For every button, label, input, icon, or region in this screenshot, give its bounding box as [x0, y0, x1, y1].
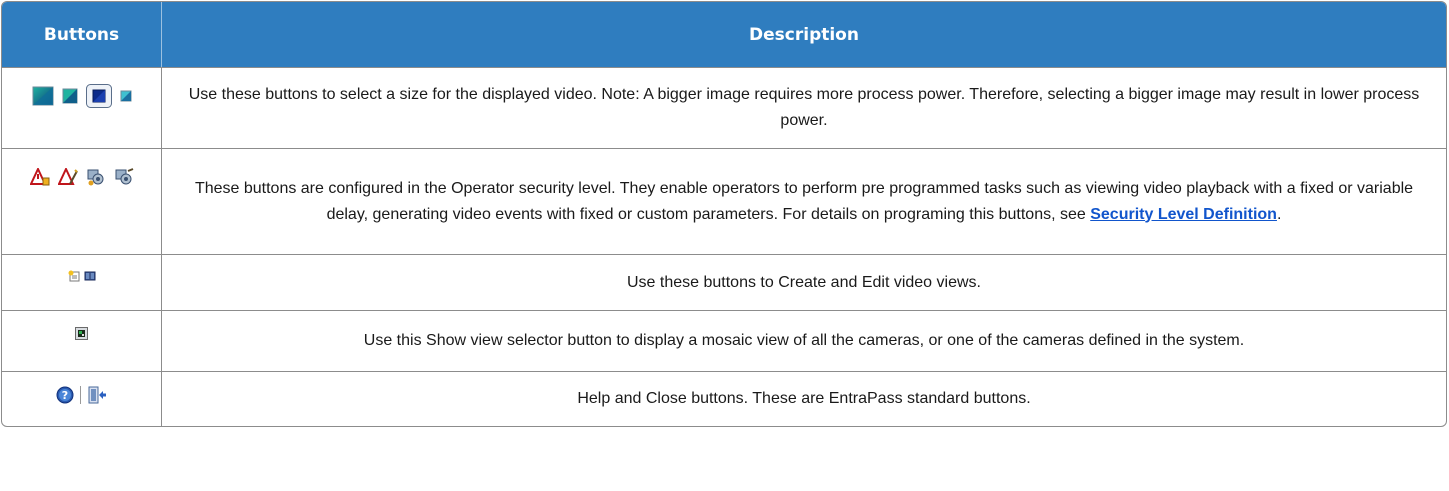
edit-view-icon: [84, 270, 96, 282]
description-cell: Use this Show view selector button to di…: [162, 310, 1446, 371]
create-view-icon: [68, 270, 80, 282]
size-medium-icon: [62, 88, 78, 104]
svg-text:?: ?: [62, 389, 68, 402]
table-row: These buttons are configured in the Oper…: [2, 148, 1446, 254]
table-row: Use these buttons to Create and Edit vid…: [2, 254, 1446, 310]
table-header-row: Buttons Description: [2, 2, 1446, 67]
table-row: Use these buttons to select a size for t…: [2, 67, 1446, 148]
alarm-warning-icon: [29, 168, 50, 186]
description-cell: Use these buttons to select a size for t…: [162, 67, 1446, 148]
alarm-edit-icon: [57, 168, 78, 186]
icons-cell: [2, 67, 162, 148]
security-level-definition-link[interactable]: Security Level Definition: [1090, 206, 1277, 223]
icons-cell: [2, 310, 162, 371]
table-row: Use this Show view selector button to di…: [2, 310, 1446, 371]
table-row: ? Help and Close buttons. These are Entr…: [2, 371, 1446, 426]
icons-cell: [2, 148, 162, 254]
event-custom-icon: [114, 168, 134, 186]
icons-cell: [2, 254, 162, 310]
event-settings-icon: [86, 168, 106, 186]
divider: [80, 386, 81, 404]
view-selector-icon: [75, 327, 88, 340]
buttons-description-table: Buttons Description Use these buttons to…: [1, 1, 1447, 427]
description-cell: Use these buttons to Create and Edit vid…: [162, 254, 1446, 310]
description-cell: Help and Close buttons. These are EntraP…: [162, 371, 1446, 426]
icons-cell: ?: [2, 371, 162, 426]
header-description: Description: [162, 2, 1446, 67]
description-text-end: .: [1276, 205, 1282, 223]
size-small-icon: [120, 90, 132, 102]
description-cell: These buttons are configured in the Oper…: [162, 148, 1446, 254]
size-large-icon: [32, 86, 54, 106]
close-icon: [87, 386, 107, 404]
header-buttons: Buttons: [2, 2, 162, 67]
size-selected-icon: [85, 84, 112, 108]
help-icon: ?: [56, 386, 74, 404]
